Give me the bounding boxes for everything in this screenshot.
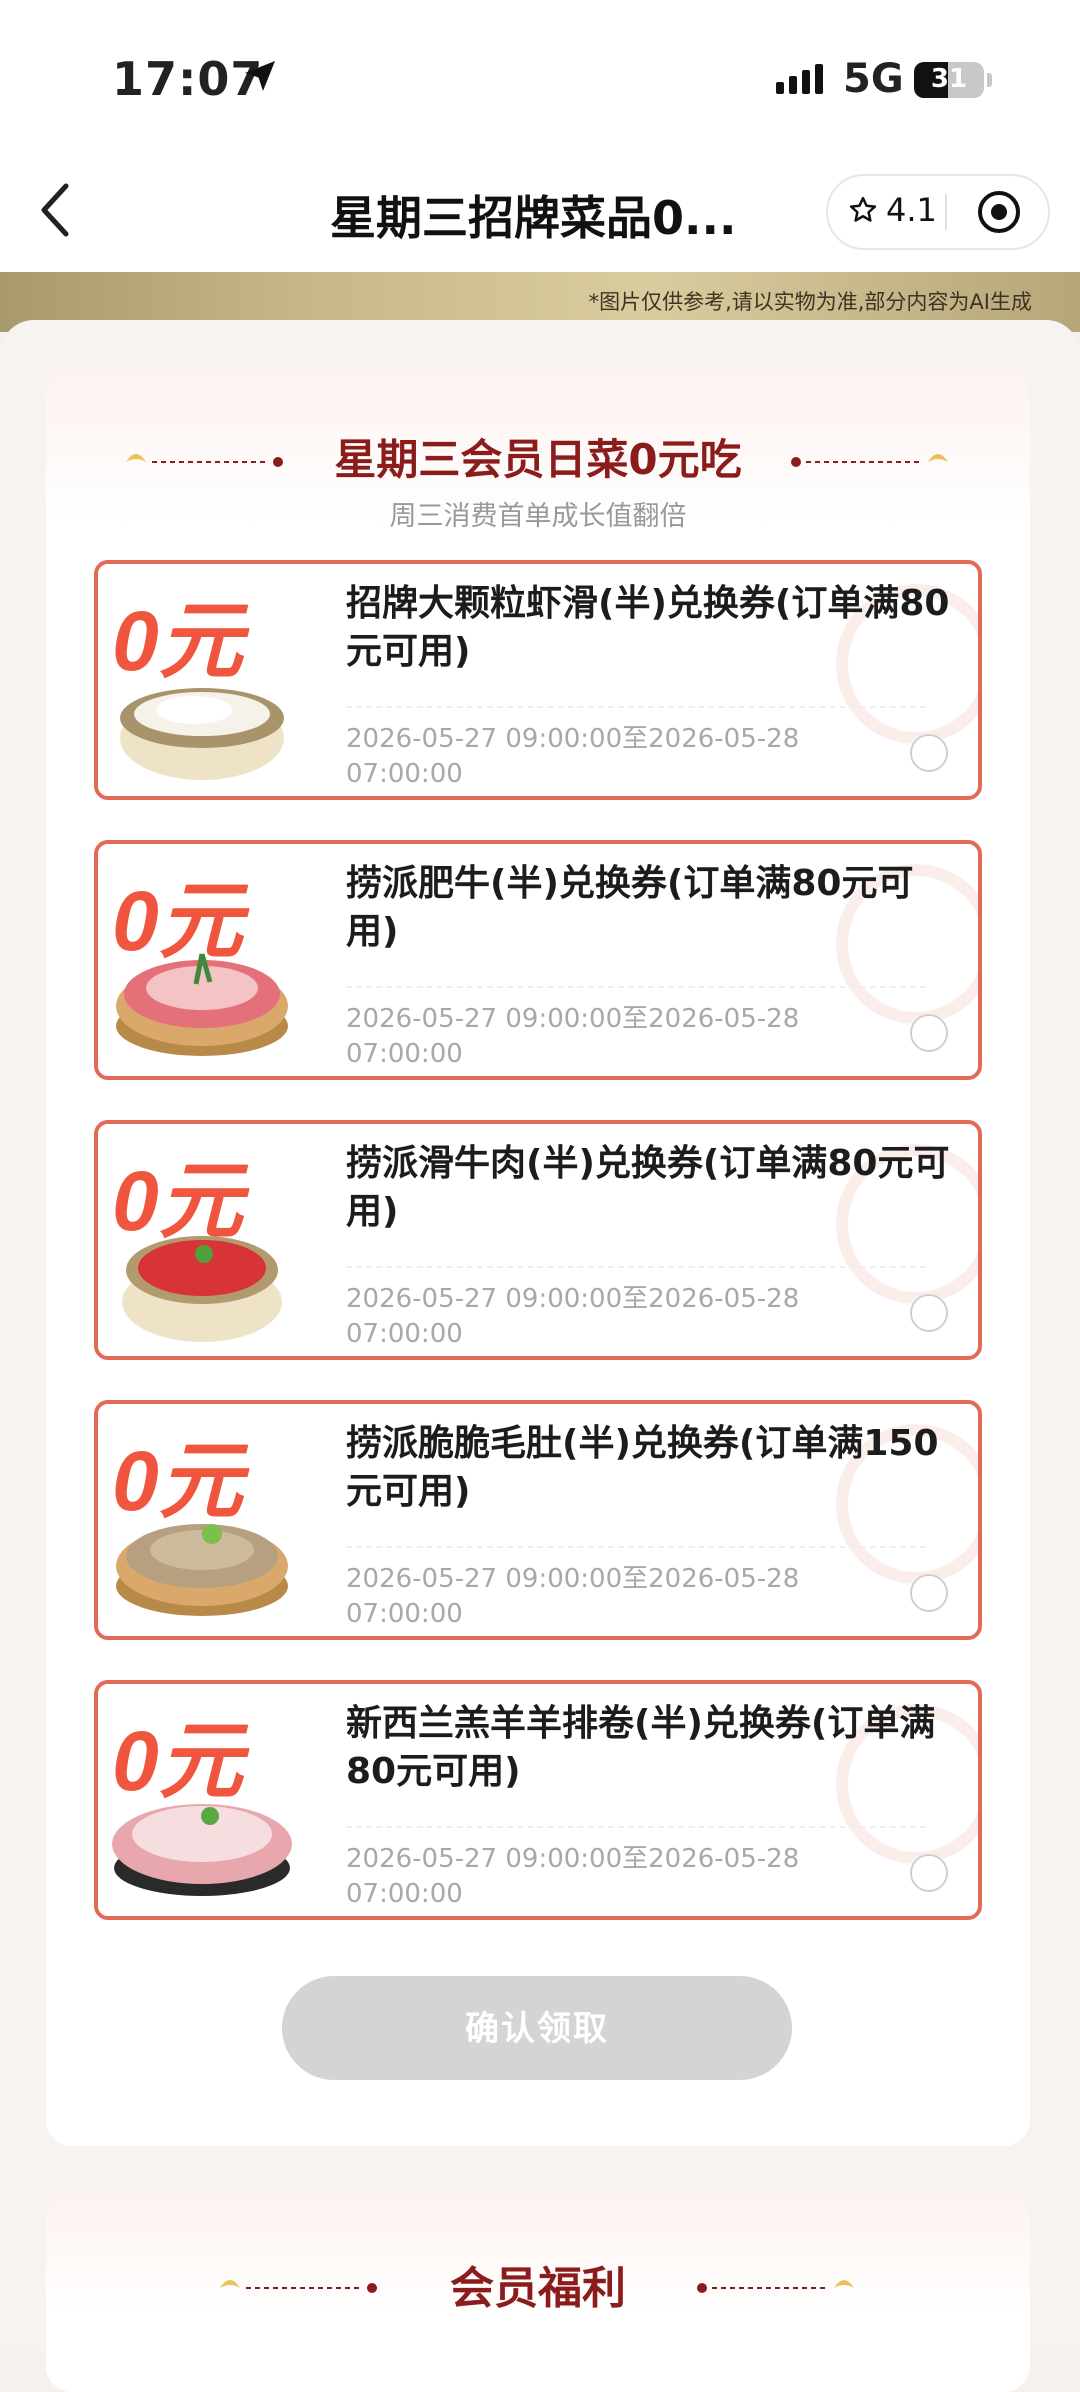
member-benefits-card: 会员福利 [46,2192,1030,2392]
rating-button[interactable]: 4.1 [848,188,937,232]
battery-level: 31 [930,64,968,94]
coupon-name: 招牌大颗粒虾滑(半)兑换券(订单满80元可用) [346,583,950,672]
coupon-card[interactable]: 0元 招牌大颗粒虾滑(半)兑换券(订单满80元可用) 2026-05-27 09… [94,560,982,800]
zero-yuan-badge: 0元 [112,874,250,968]
back-arrow-icon[interactable] [36,180,76,240]
dashed-divider [346,1266,926,1268]
location-arrow-icon [245,61,275,91]
close-miniapp-icon[interactable] [976,189,1022,235]
minced-beef-dish-icon: 0元 [112,1154,282,1342]
coupon-card[interactable]: 0元 捞派脆脆毛肚(半)兑换券(订单满150元可用) 2026-05-27 09… [94,1400,982,1640]
coupon-name: 捞派滑牛肉(半)兑换券(订单满80元可用) [346,1143,950,1232]
coupon-card[interactable]: 0元 捞派滑牛肉(半)兑换券(订单满80元可用) 2026-05-27 09:0… [94,1120,982,1360]
coupon-select-radio[interactable] [910,1014,948,1052]
dashed-divider [346,1546,926,1548]
dashed-divider [346,986,926,988]
image-disclaimer: *图片仅供参考,请以实物为准,部分内容为AI生成 [588,290,1032,314]
coupon-name: 新西兰羔羊羊排卷(半)兑换券(订单满80元可用) [346,1703,936,1792]
coupon-name: 捞派肥牛(半)兑换券(订单满80元可用) [346,863,914,952]
coupon-validity: 2026-05-27 09:00:00至2026-05-28 07:00:00 [346,1844,800,1909]
rating-value: 4.1 [886,191,937,229]
coupon-validity: 2026-05-27 09:00:00至2026-05-28 07:00:00 [346,1004,800,1069]
shrimp-paste-dish-icon: 0元 [112,594,284,780]
status-time: 17:07 [112,52,264,106]
status-bar: 17:07 5G 31 [0,0,1080,150]
section2-title: 会员福利 [450,2263,626,2314]
section-subtitle: 周三消费首单成长值翻倍 [389,501,687,532]
coupon-validity: 2026-05-27 09:00:00至2026-05-28 07:00:00 [346,1284,800,1349]
coupon-card[interactable]: 0元 捞派肥牛(半)兑换券(订单满80元可用) 2026-05-27 09:00… [94,840,982,1080]
miniapp-capsule: 4.1 [826,174,1050,250]
dashed-divider [346,1826,926,1828]
signal-icon [776,64,823,94]
zero-yuan-badge: 0元 [112,594,250,688]
lamb-rolls-dish-icon: 0元 [112,1714,292,1896]
battery-icon: 31 [914,62,984,98]
coupon-select-radio[interactable] [910,734,948,772]
coupon-name: 捞派脆脆毛肚(半)兑换券(订单满150元可用) [346,1423,939,1512]
coupon-validity: 2026-05-27 09:00:00至2026-05-28 07:00:00 [346,1564,800,1629]
nav-bar: 星期三招牌菜品0... 4.1 [0,150,1080,272]
tripe-dish-icon: 0元 [112,1434,288,1616]
network-type: 5G [843,56,904,102]
zero-yuan-badge: 0元 [112,1714,250,1808]
right-ornament-icon [697,2280,854,2293]
coupon-card[interactable]: 0元 新西兰羔羊羊排卷(半)兑换券(订单满80元可用) 2026-05-27 0… [94,1680,982,1920]
coupon-section-card: 星期三会员日菜0元吃 周三消费首单成长值翻倍 0元 招牌大颗粒虾滑(半)兑换券(… [46,366,1030,2146]
star-icon [849,196,877,222]
zero-yuan-badge: 0元 [112,1434,250,1528]
coupon-validity: 2026-05-27 09:00:00至2026-05-28 07:00:00 [346,724,800,789]
battery-tip [987,73,992,87]
beef-slices-dish-icon: 0元 [112,874,288,1056]
coupon-select-radio[interactable] [910,1854,948,1892]
confirm-claim-button[interactable]: 确认领取 [282,1976,792,2080]
right-ornament-icon [791,454,948,467]
coupon-select-radio[interactable] [910,1574,948,1612]
zero-yuan-badge: 0元 [112,1154,250,1248]
page-title: 星期三招牌菜品0... [330,191,737,245]
capsule-divider [945,194,947,230]
dashed-divider [346,706,926,708]
coupon-select-radio[interactable] [910,1294,948,1332]
